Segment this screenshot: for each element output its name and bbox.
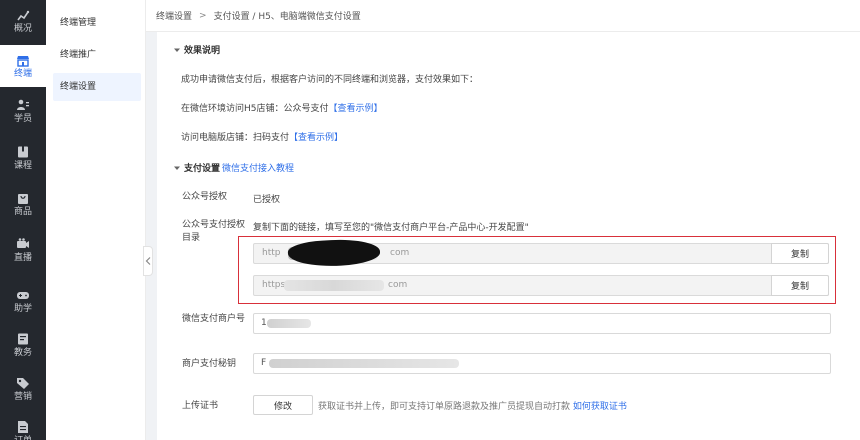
- nav-item-academic[interactable]: 教务: [0, 324, 46, 366]
- auth-directory-hint: 复制下面的链接，填写至您的"微信支付商户平台-产品中心-开发配置": [253, 223, 529, 233]
- effect-section-header[interactable]: 效果说明: [173, 43, 220, 56]
- main-nav-rail: 概况 终端 学员 课程 商品 直播 助学 教务 营销 订单: [0, 0, 46, 440]
- view-example-h5-link[interactable]: 【查看示例】: [329, 104, 383, 114]
- bag-icon: [18, 193, 28, 204]
- settings-panel: 效果说明 成功申请微信支付后，根据客户访问的不同终端和浏览器，支付效果如下： 在…: [157, 32, 860, 440]
- nav-item-assist[interactable]: 助学: [0, 280, 46, 322]
- merchant-id-value: 1: [261, 318, 267, 328]
- nav-item-label: 直播: [13, 252, 32, 263]
- auth-url-field-1[interactable]: http com 复制: [253, 237, 829, 269]
- copy-button-1[interactable]: 复制: [771, 243, 829, 264]
- nav-item-label: 学员: [13, 113, 32, 124]
- merchant-secret-input[interactable]: F: [253, 353, 831, 374]
- nav-item-students[interactable]: 学员: [0, 90, 46, 132]
- users-icon: [17, 99, 29, 110]
- breadcrumb-separator: >: [199, 10, 207, 21]
- nav-item-label: 订单: [14, 436, 32, 440]
- effect-line-pc-text: 访问电脑版店铺：扫码支付: [181, 133, 290, 143]
- redacted-blur: [284, 280, 384, 291]
- auth-url-field-2[interactable]: https: com 复制: [253, 275, 829, 296]
- redaction-scribble: [287, 237, 381, 269]
- effect-line-h5-text: 在微信环境访问H5店铺：公众号支付: [181, 104, 329, 114]
- how-to-get-cert-link[interactable]: 如何获取证书: [573, 402, 627, 412]
- url-suffix: com: [388, 280, 408, 290]
- store-icon: [17, 55, 29, 67]
- nav-item-label: 课程: [13, 160, 32, 171]
- effect-intro: 成功申请微信支付后，根据客户访问的不同终端和浏览器，支付效果如下：: [181, 75, 479, 85]
- nav-item-label: 概况: [13, 23, 32, 34]
- nav-item-products[interactable]: 商品: [0, 183, 46, 225]
- nav-item-marketing[interactable]: 营销: [0, 368, 46, 410]
- wechat-pay-tutorial-link[interactable]: 微信支付接入教程: [222, 161, 294, 174]
- tag-icon: [17, 377, 29, 389]
- nav-item-label: 营销: [13, 391, 32, 402]
- upload-cert-tip: 获取证书并上传，即可支持订单原路退款及推广员提现自动打款 如何获取证书: [318, 399, 627, 412]
- upload-cert-label: 上传证书: [182, 401, 219, 411]
- nav-item-terminal[interactable]: 终端: [0, 45, 46, 87]
- modify-cert-button[interactable]: 修改: [253, 395, 313, 415]
- book-icon: [18, 146, 28, 157]
- merchant-id-label: 微信支付商户号: [182, 314, 246, 324]
- collapse-subnav-button[interactable]: [143, 246, 153, 276]
- subnav-item-terminal-settings[interactable]: 终端设置: [53, 73, 141, 101]
- upload-cert-tip-text: 获取证书并上传，即可支持订单原路退款及推广员提现自动打款: [318, 402, 571, 412]
- merchant-id-input[interactable]: 1: [253, 313, 831, 334]
- effect-line-pc: 访问电脑版店铺：扫码支付【查看示例】: [181, 130, 343, 143]
- nav-item-label: 教务: [13, 347, 32, 358]
- copy-button-2[interactable]: 复制: [771, 275, 829, 296]
- pay-section-header[interactable]: 支付设置 微信支付接入教程: [173, 161, 294, 174]
- nav-item-label: 助学: [13, 303, 32, 314]
- breadcrumb: 终端设置 > 支付设置 / H5、电脑端微信支付设置: [146, 0, 860, 32]
- nav-item-orders[interactable]: 订单: [0, 412, 46, 440]
- chevron-left-icon: [145, 257, 151, 265]
- auth-label: 公众号授权: [182, 192, 228, 202]
- notebook-icon: [18, 333, 28, 344]
- redacted-blur: [269, 359, 459, 368]
- sub-nav: 终端管理 终端推广 终端设置: [46, 0, 146, 440]
- url-suffix: com: [390, 248, 410, 258]
- caret-down-icon: [174, 48, 180, 52]
- document-icon: [18, 420, 28, 433]
- view-example-pc-link[interactable]: 【查看示例】: [289, 133, 343, 143]
- nav-item-label: 商品: [13, 206, 32, 217]
- nav-item-label: 终端: [13, 68, 32, 79]
- gamepad-icon: [17, 291, 29, 299]
- nav-item-overview[interactable]: 概况: [0, 0, 46, 42]
- effect-line-h5: 在微信环境访问H5店铺：公众号支付【查看示例】: [181, 101, 383, 114]
- chart-icon: [17, 10, 30, 20]
- subnav-item-terminal-manage[interactable]: 终端管理: [53, 9, 141, 37]
- video-icon: [17, 237, 29, 248]
- nav-item-courses[interactable]: 课程: [0, 137, 46, 179]
- breadcrumb-root[interactable]: 终端设置: [156, 9, 192, 22]
- redacted-blur: [267, 319, 311, 328]
- auth-status: 已授权: [253, 195, 281, 205]
- subnav-item-terminal-promote[interactable]: 终端推广: [53, 41, 141, 69]
- url-prefix: http: [262, 248, 281, 258]
- merchant-secret-label: 商户支付秘钥: [182, 359, 237, 369]
- nav-item-live[interactable]: 直播: [0, 229, 46, 271]
- pay-section-title: 支付设置: [184, 164, 221, 174]
- merchant-secret-value: F: [261, 358, 267, 368]
- caret-down-icon: [174, 166, 180, 170]
- effect-section-title: 效果说明: [184, 46, 221, 56]
- breadcrumb-current: 支付设置 / H5、电脑端微信支付设置: [213, 12, 361, 22]
